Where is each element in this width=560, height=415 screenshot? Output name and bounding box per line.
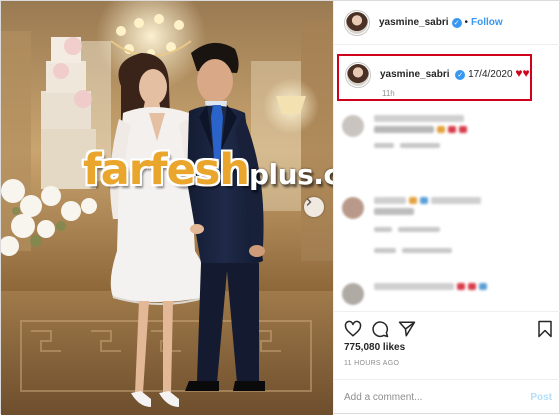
comment-avatar[interactable] <box>342 115 364 137</box>
comment-bubble-icon[interactable] <box>371 320 389 338</box>
post-side-panel: yasmine_sabri ✓ • Follow yasmine_sabri ✓… <box>333 1 560 415</box>
header-separator: • <box>464 17 469 28</box>
caption-time: 11h <box>382 89 395 98</box>
likes-count[interactable]: 775,080 likes <box>344 342 405 353</box>
photo-scene <box>1 1 333 415</box>
chevron-right-icon <box>306 198 312 206</box>
watermark-main: farfesh <box>83 145 250 195</box>
caption-text-row: yasmine_sabri ✓ 17/4/2020 ♥♥ <box>380 66 530 80</box>
comment-input[interactable] <box>344 392 504 403</box>
avatar[interactable] <box>344 9 370 36</box>
comment-avatar[interactable] <box>342 283 364 305</box>
caption-text: 17/4/2020 <box>468 69 513 80</box>
header-username[interactable]: yasmine_sabri <box>379 17 449 28</box>
post-header: yasmine_sabri ✓ • Follow <box>334 1 560 45</box>
instagram-post: farfeshplus.com yasmine_sabri ✓ • Follow… <box>0 0 560 415</box>
caption-highlight: yasmine_sabri ✓ 17/4/2020 ♥♥ 11h <box>337 54 532 101</box>
caption-emojis: ♥♥ <box>515 66 530 80</box>
post-time[interactable]: 11 HOURS AGO <box>344 360 399 367</box>
verified-badge-icon: ✓ <box>451 17 462 28</box>
caption-username[interactable]: yasmine_sabri <box>380 69 450 80</box>
post-photo[interactable]: farfeshplus.com <box>1 1 333 415</box>
comment-avatar[interactable] <box>342 197 364 219</box>
comment-item <box>342 197 481 253</box>
add-comment-bar: Post <box>334 379 560 415</box>
verified-badge-icon: ✓ <box>455 70 466 80</box>
carousel-next-button[interactable] <box>304 197 324 217</box>
caption: yasmine_sabri ✓ 17/4/2020 ♥♥ <box>345 62 530 88</box>
comment-item <box>342 283 487 305</box>
heart-outline-icon[interactable] <box>344 320 362 338</box>
watermark-suffix: plus.com <box>249 158 333 191</box>
follow-button[interactable]: Follow <box>471 17 503 28</box>
bookmark-icon[interactable] <box>537 320 553 338</box>
action-bar <box>334 311 560 345</box>
comment-item <box>342 115 467 148</box>
watermark: farfeshplus.com <box>83 149 333 192</box>
post-comment-button[interactable]: Post <box>530 392 552 403</box>
paper-plane-icon[interactable] <box>398 320 416 338</box>
caption-avatar[interactable] <box>345 62 371 88</box>
